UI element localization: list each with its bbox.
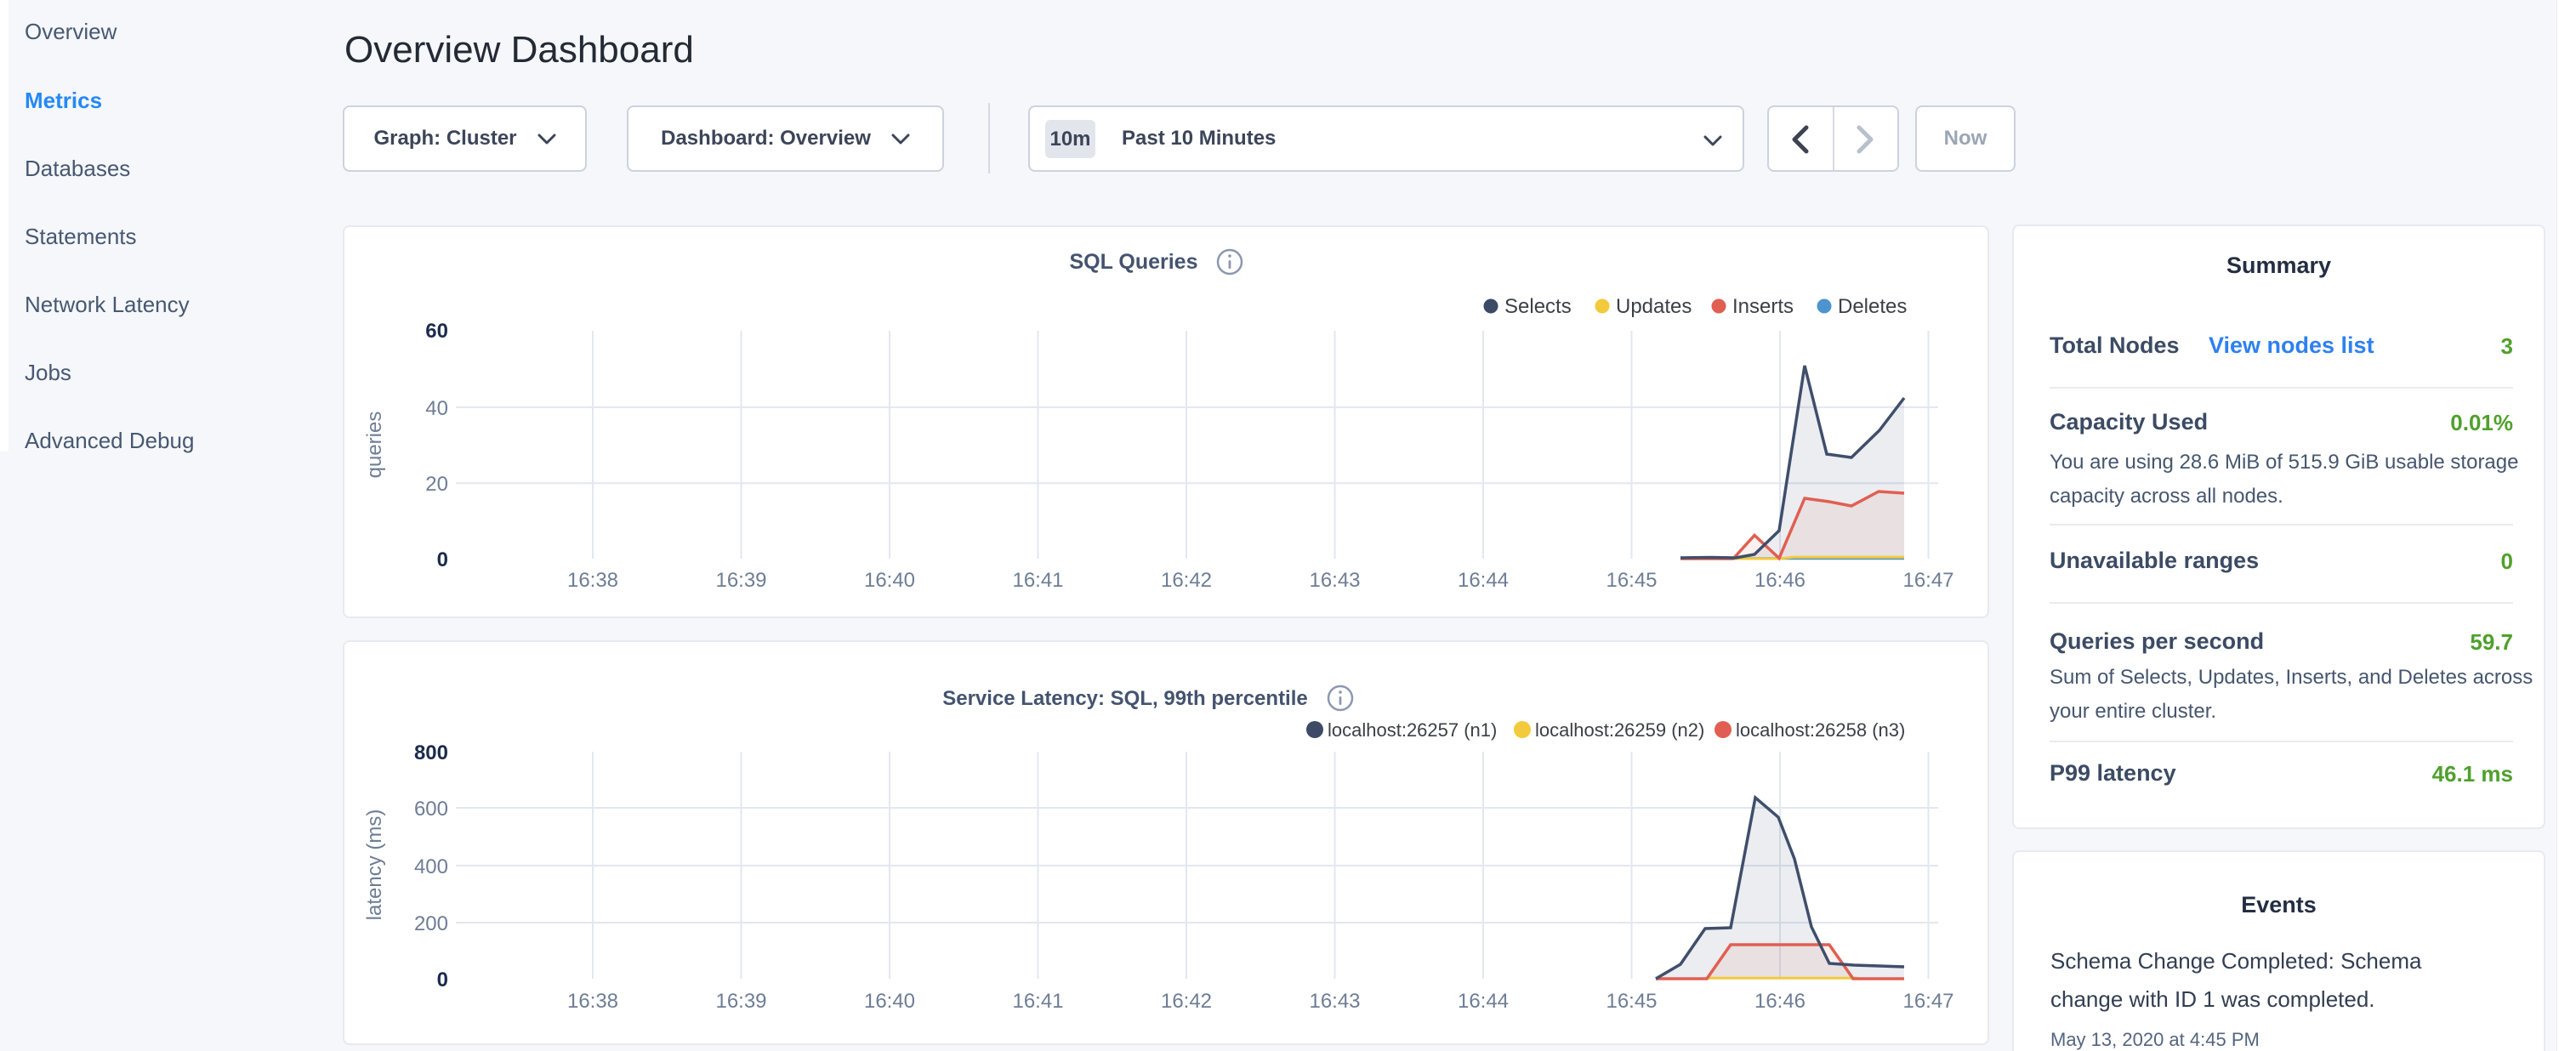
svg-text:40: 40 <box>425 397 448 420</box>
svg-text:16:44: 16:44 <box>1458 569 1509 592</box>
svg-text:60: 60 <box>425 320 448 343</box>
svg-text:Service Latency: SQL, 99th per: Service Latency: SQL, 99th percentile <box>942 687 1308 710</box>
svg-text:0: 0 <box>437 548 448 571</box>
svg-text:20: 20 <box>425 473 448 496</box>
svg-text:16:47: 16:47 <box>1902 990 1953 1013</box>
svg-text:16:43: 16:43 <box>1309 990 1360 1013</box>
svg-text:800: 800 <box>414 741 448 764</box>
svg-text:16:40: 16:40 <box>864 990 915 1013</box>
svg-text:16:38: 16:38 <box>567 569 618 592</box>
svg-text:16:42: 16:42 <box>1161 569 1212 592</box>
svg-text:localhost:26257 (n1): localhost:26257 (n1) <box>1328 719 1497 741</box>
svg-text:16:38: 16:38 <box>567 990 618 1013</box>
svg-text:Inserts: Inserts <box>1732 295 1794 318</box>
svg-text:Updates: Updates <box>1616 295 1692 318</box>
svg-text:16:47: 16:47 <box>1902 569 1953 592</box>
svg-text:16:44: 16:44 <box>1458 990 1509 1013</box>
svg-text:16:41: 16:41 <box>1012 990 1063 1013</box>
svg-text:queries: queries <box>363 412 386 479</box>
svg-text:Deletes: Deletes <box>1838 295 1907 318</box>
svg-text:16:39: 16:39 <box>715 569 766 592</box>
svg-text:16:45: 16:45 <box>1606 990 1657 1013</box>
svg-text:SQL Queries: SQL Queries <box>1070 250 1198 274</box>
svg-text:latency (ms): latency (ms) <box>363 810 386 921</box>
svg-text:16:42: 16:42 <box>1161 990 1212 1013</box>
svg-text:Selects: Selects <box>1504 295 1572 318</box>
svg-text:200: 200 <box>414 912 448 935</box>
svg-text:16:41: 16:41 <box>1012 569 1063 592</box>
svg-text:0: 0 <box>437 969 448 991</box>
svg-text:16:46: 16:46 <box>1754 569 1805 592</box>
svg-text:16:45: 16:45 <box>1606 569 1657 592</box>
svg-text:16:39: 16:39 <box>715 990 766 1013</box>
svg-text:16:40: 16:40 <box>864 569 915 592</box>
svg-text:16:43: 16:43 <box>1309 569 1360 592</box>
svg-text:localhost:26258 (n3): localhost:26258 (n3) <box>1736 719 1905 741</box>
svg-text:localhost:26259 (n2): localhost:26259 (n2) <box>1535 719 1704 741</box>
svg-text:400: 400 <box>414 855 448 878</box>
svg-text:16:46: 16:46 <box>1754 990 1805 1013</box>
svg-text:600: 600 <box>414 798 448 821</box>
